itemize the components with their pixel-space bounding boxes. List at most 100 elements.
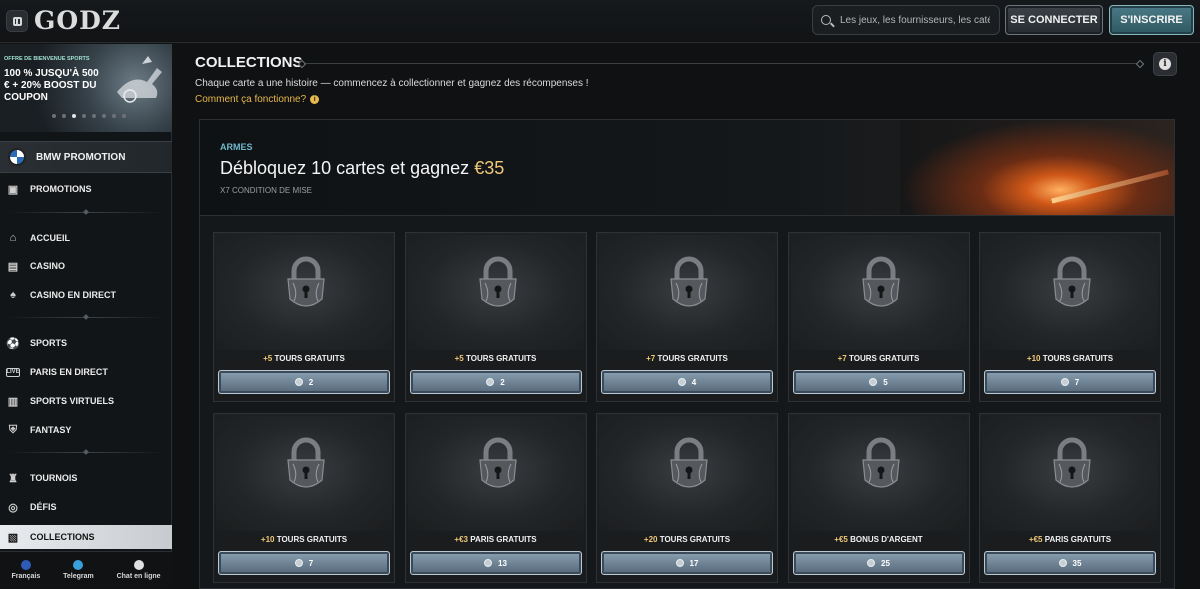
home-icon: ⌂ bbox=[9, 232, 17, 244]
info-small-icon: i bbox=[310, 95, 320, 104]
card-reward: +10 TOURS GRATUITS bbox=[980, 354, 1160, 363]
banner-dot[interactable] bbox=[52, 114, 56, 118]
sidebar-item-paris-en-direct[interactable]: LIVE PARIS EN DIRECT bbox=[0, 360, 172, 384]
coin-icon bbox=[677, 378, 686, 386]
telegram-icon bbox=[73, 559, 84, 570]
search-icon bbox=[821, 15, 831, 25]
gift-icon: ▣ bbox=[7, 183, 19, 196]
collection-card[interactable]: +5 TOURS GRATUITS 2 bbox=[213, 232, 395, 402]
card-art bbox=[216, 235, 392, 350]
promo-banner-kicker: OFFRE DE BIENVENUE SPORTS bbox=[4, 56, 90, 62]
card-unlock-button[interactable]: 4 bbox=[601, 370, 773, 394]
sidebar-item-sports-virtuels[interactable]: ▥ SPORTS VIRTUELS bbox=[0, 389, 172, 413]
collection-card[interactable]: +7 TOURS GRATUITS 5 bbox=[787, 232, 970, 402]
search-input[interactable] bbox=[840, 14, 990, 26]
card-art bbox=[599, 416, 775, 531]
banner-dot[interactable] bbox=[112, 114, 116, 118]
collection-card[interactable]: +€3 PARIS GRATUITS 13 bbox=[404, 413, 587, 583]
sidebar-item-collections[interactable]: ▧ COLLECTIONS bbox=[0, 525, 172, 549]
sidebar-item-sports[interactable]: ⚽ SPORTS bbox=[0, 331, 172, 355]
banner-pagination bbox=[52, 114, 126, 118]
cards-icon: ♠ bbox=[10, 289, 16, 301]
card-unlock-button[interactable]: 5 bbox=[792, 370, 965, 394]
collection-card[interactable]: +5 TOURS GRATUITS 2 bbox=[404, 232, 587, 402]
live-chat-button[interactable]: Chat en ligne bbox=[117, 559, 161, 580]
telegram-label: Telegram bbox=[63, 572, 94, 580]
register-button[interactable]: S'INSCRIRE bbox=[1109, 5, 1194, 35]
sidebar-item-promotions[interactable]: ▣ PROMOTIONS bbox=[0, 177, 172, 201]
virtual-sports-icon: ▥ bbox=[7, 395, 19, 408]
card-reward-type: TOURS GRATUITS bbox=[274, 354, 345, 363]
bmw-promotion-item[interactable]: BMW PROMOTION bbox=[0, 141, 172, 173]
card-cost: 2 bbox=[500, 377, 505, 387]
coin-icon bbox=[294, 559, 303, 567]
sidebar-item-tournois[interactable]: ♜ TOURNOIS bbox=[0, 466, 172, 490]
sidebar-item-defis[interactable]: ◎ DÉFIS bbox=[0, 495, 172, 519]
collection-card[interactable]: +10 TOURS GRATUITS 7 bbox=[213, 413, 395, 583]
sidebar-item-accueil[interactable]: ⌂ ACCUEIL bbox=[0, 226, 172, 250]
promo-banner[interactable]: OFFRE DE BIENVENUE SPORTS 100 % JUSQU'À … bbox=[0, 44, 172, 132]
card-reward-amount: +5 bbox=[454, 354, 464, 363]
card-art bbox=[407, 416, 584, 531]
coin-icon bbox=[867, 559, 876, 567]
banner-dot[interactable] bbox=[122, 114, 126, 118]
language-button[interactable]: Français bbox=[11, 559, 40, 580]
banner-dot[interactable] bbox=[82, 114, 86, 118]
card-unlock-button[interactable]: 7 bbox=[984, 370, 1156, 394]
collection-card[interactable]: +7 TOURS GRATUITS 4 bbox=[596, 232, 778, 402]
card-unlock-button[interactable]: 13 bbox=[409, 551, 582, 575]
card-reward-type: PARIS GRATUITS bbox=[470, 535, 537, 544]
sidebar-item-casino-en-direct[interactable]: ♠ CASINO EN DIRECT bbox=[0, 283, 172, 307]
wager-condition: X7 CONDITION DE MISE bbox=[220, 186, 313, 195]
card-reward-amount: +€5 bbox=[1028, 535, 1043, 544]
collection-tag: ARMES bbox=[220, 142, 253, 152]
card-reward: +€5 PARIS GRATUITS bbox=[980, 535, 1160, 544]
card-art bbox=[982, 235, 1158, 350]
card-unlock-button[interactable]: 2 bbox=[218, 370, 390, 394]
card-reward-type: TOURS GRATUITS bbox=[848, 354, 920, 363]
title-divider bbox=[301, 63, 1141, 64]
fantasy-icon: ⛨ bbox=[8, 423, 18, 436]
sidebar-item-label: COLLECTIONS bbox=[30, 532, 95, 542]
collection-card[interactable]: +€5 PARIS GRATUITS 35 bbox=[979, 413, 1161, 583]
telegram-button[interactable]: Telegram bbox=[63, 559, 94, 580]
how-it-works-link[interactable]: Comment ça fonctionne? i bbox=[195, 94, 320, 105]
card-cost: 35 bbox=[1072, 558, 1082, 568]
collection-hero: ARMES Débloquez 10 cartes et gagnez €35 … bbox=[200, 120, 1174, 216]
collection-card[interactable]: +10 TOURS GRATUITS 7 bbox=[979, 232, 1161, 402]
padlock-icon bbox=[861, 437, 900, 488]
banner-dot[interactable] bbox=[62, 114, 66, 118]
banner-dot-active[interactable] bbox=[72, 114, 76, 118]
coin-icon bbox=[675, 559, 684, 567]
coin-icon bbox=[484, 559, 493, 567]
sidebar: OFFRE DE BIENVENUE SPORTS 100 % JUSQU'À … bbox=[0, 44, 172, 587]
card-unlock-button[interactable]: 25 bbox=[792, 551, 965, 575]
collection-card[interactable]: +€5 BONUS D'ARGENT 25 bbox=[787, 413, 970, 583]
banner-dot[interactable] bbox=[102, 114, 106, 118]
card-unlock-button[interactable]: 7 bbox=[218, 551, 390, 575]
card-reward: +5 TOURS GRATUITS bbox=[406, 354, 586, 363]
search-box[interactable] bbox=[812, 5, 1000, 35]
sidebar-item-casino[interactable]: ▤ CASINO bbox=[0, 254, 172, 278]
sidebar-divider bbox=[6, 212, 166, 213]
info-button[interactable]: i bbox=[1153, 52, 1177, 76]
card-cost: 5 bbox=[883, 377, 888, 387]
card-unlock-button[interactable]: 35 bbox=[984, 551, 1156, 575]
login-button[interactable]: SE CONNECTER bbox=[1005, 5, 1103, 35]
card-reward: +10 TOURS GRATUITS bbox=[214, 535, 394, 544]
card-unlock-button[interactable]: 2 bbox=[409, 370, 582, 394]
collection-card[interactable]: +20 TOURS GRATUITS 17 bbox=[596, 413, 778, 583]
card-reward-type: PARIS GRATUITS bbox=[1044, 535, 1112, 544]
banner-dot[interactable] bbox=[92, 114, 96, 118]
sidebar-toggle-button[interactable] bbox=[6, 10, 28, 32]
site-logo[interactable]: GODZ bbox=[34, 6, 121, 35]
chariot-illustration-icon bbox=[117, 56, 162, 103]
sidebar-item-fantasy[interactable]: ⛨ FANTASY bbox=[0, 418, 172, 442]
card-reward-amount: +10 bbox=[1026, 354, 1041, 363]
card-unlock-button[interactable]: 17 bbox=[601, 551, 773, 575]
sidebar-item-label: CASINO EN DIRECT bbox=[30, 290, 117, 300]
sidebar-item-label: CASINO bbox=[30, 261, 66, 271]
card-reward-amount: +€5 bbox=[834, 535, 848, 544]
card-art bbox=[216, 416, 392, 531]
card-reward: +5 TOURS GRATUITS bbox=[214, 354, 394, 363]
